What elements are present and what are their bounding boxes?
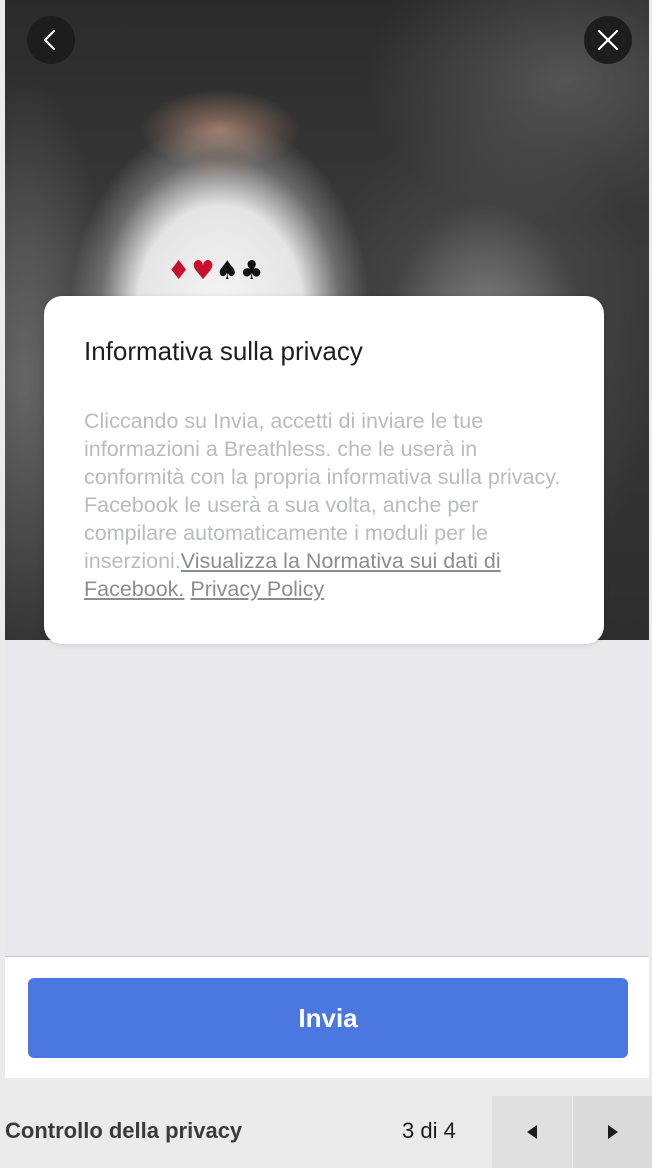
privacy-body: Cliccando su Invia, accetti di inviare l… bbox=[84, 407, 574, 603]
privacy-card: Informativa sulla privacy Cliccando su I… bbox=[44, 296, 604, 644]
diamond-icon: ♦ bbox=[167, 256, 192, 286]
heart-icon: ♥ bbox=[191, 256, 216, 286]
back-button[interactable] bbox=[27, 16, 75, 64]
privacy-title: Informativa sulla privacy bbox=[84, 336, 363, 366]
caret-left-icon bbox=[527, 1125, 537, 1139]
close-icon bbox=[597, 29, 619, 51]
chevron-left-icon bbox=[43, 29, 56, 51]
card-suits-graphic: ♦♥♠♣ bbox=[167, 256, 264, 286]
submit-button[interactable]: Invia bbox=[28, 978, 628, 1058]
privacy-policy-link[interactable]: Privacy Policy bbox=[190, 577, 324, 601]
footer-title: Controllo della privacy bbox=[5, 1118, 243, 1143]
next-step-button[interactable] bbox=[573, 1096, 652, 1168]
previous-step-button[interactable] bbox=[492, 1096, 572, 1168]
page-indicator: 3 di 4 bbox=[402, 1118, 456, 1143]
spade-icon: ♠ bbox=[215, 256, 240, 286]
club-icon: ♣ bbox=[239, 256, 265, 286]
close-button[interactable] bbox=[584, 16, 632, 64]
lead-form-panel: ♦♥♠♣ Informativa sulla privacy Cliccando… bbox=[5, 0, 649, 1078]
caret-right-icon bbox=[608, 1125, 618, 1139]
